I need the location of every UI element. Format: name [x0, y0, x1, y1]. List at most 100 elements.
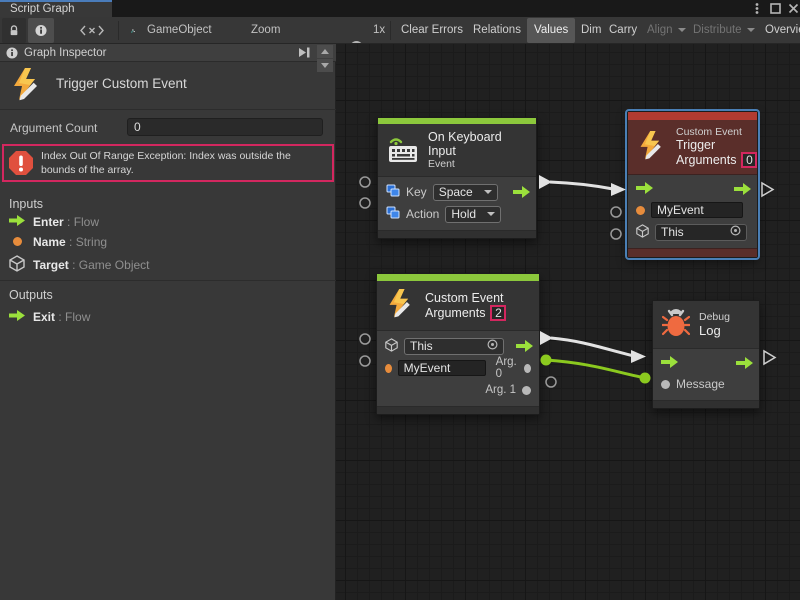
dock-panel-icon[interactable]	[297, 46, 311, 62]
chevron-down-icon	[487, 212, 495, 216]
key-port-label: Key	[406, 185, 427, 199]
arguments-count-badge: 2	[490, 305, 506, 321]
event-name-input[interactable]	[398, 360, 486, 376]
flow-port-row	[628, 179, 757, 199]
target-dropdown[interactable]: This	[404, 338, 504, 355]
error-color-bar	[628, 112, 757, 120]
window-menu-icon[interactable]	[750, 2, 764, 15]
string-port[interactable]	[636, 206, 645, 215]
input-row-target: Target : Game Object	[9, 255, 150, 275]
action-port-label: Action	[406, 207, 439, 221]
error-message-box: Index Out Of Range Exception: Index was …	[2, 144, 334, 182]
message-in-port[interactable]	[661, 380, 670, 389]
toolbar-separator	[118, 21, 119, 40]
key-dropdown[interactable]: Space	[433, 184, 498, 201]
string-port[interactable]	[385, 364, 392, 373]
flow-arrow-icon	[9, 215, 25, 229]
node-footer	[653, 400, 759, 408]
align-button[interactable]: Align	[640, 18, 693, 43]
object-picker-icon[interactable]	[487, 339, 498, 353]
flow-out-port[interactable]	[513, 186, 530, 201]
key-port-row: Key Space	[378, 181, 536, 203]
unity-visual-scripting-window: Script Graph GameObject Zoom 1x	[0, 0, 800, 600]
node-custom-event[interactable]: Custom Event Arguments 2 This Arg. 0	[376, 273, 540, 415]
tab-label: Script Graph	[10, 3, 75, 15]
arguments-line: Arguments 2	[425, 305, 506, 321]
node-body: This	[628, 175, 757, 248]
inspector-scroll-spinner	[317, 45, 333, 73]
arg1-out-port[interactable]	[522, 386, 531, 395]
keycode-literal-icon	[386, 184, 400, 200]
object-picker-icon[interactable]	[730, 225, 741, 239]
lock-icon[interactable]	[2, 18, 26, 43]
distribute-button[interactable]: Distribute	[686, 18, 762, 43]
flow-out-port[interactable]	[516, 340, 533, 355]
cube-icon	[9, 255, 25, 275]
custom-event-icon	[386, 287, 416, 324]
relations-button[interactable]: Relations	[466, 18, 528, 43]
chevron-down-icon	[678, 28, 686, 32]
overview-button[interactable]: Overview	[758, 18, 800, 43]
close-icon[interactable]	[786, 2, 800, 15]
arg1-label: Arg. 1	[485, 384, 516, 396]
node-footer	[377, 406, 539, 414]
flow-in-port[interactable]	[636, 182, 653, 197]
flow-arrow-icon	[9, 310, 25, 324]
error-message-text: Index Out Of Range Exception: Index was …	[41, 149, 328, 177]
clear-errors-button[interactable]: Clear Errors	[394, 18, 470, 43]
flow-out-port[interactable]	[736, 357, 753, 372]
graph-inspector-panel: Graph Inspector Trigger Custom Event Arg…	[0, 44, 336, 600]
graph-inspector-title: Graph Inspector	[24, 47, 106, 59]
info-toggle-icon[interactable]	[28, 18, 54, 43]
arg0-out-port[interactable]	[524, 364, 531, 373]
values-button[interactable]: Values	[527, 18, 575, 43]
event-name-row: Arg. 0	[377, 357, 539, 379]
event-name-input[interactable]	[651, 202, 743, 218]
inputs-section-title: Inputs	[9, 197, 43, 211]
divider	[0, 280, 336, 281]
carry-button[interactable]: Carry	[602, 18, 644, 43]
node-on-keyboard-input[interactable]: On Keyboard Input Event Key Space Action	[377, 117, 537, 239]
scroll-up-button[interactable]	[317, 45, 333, 58]
arg1-row: Arg. 1	[377, 379, 539, 401]
arguments-line: Arguments 0	[676, 152, 757, 168]
scroll-down-button[interactable]	[317, 59, 333, 72]
node-debug-log[interactable]: Debug Log Message	[652, 300, 760, 409]
output-row-exit: Exit : Flow	[9, 310, 90, 324]
flow-out-port[interactable]	[734, 183, 751, 198]
node-header: Custom Event Arguments 2	[377, 281, 539, 331]
input-row-enter: Enter : Flow	[9, 215, 99, 229]
node-body: This Arg. 0 Arg. 1	[377, 331, 539, 406]
event-color-bar	[377, 274, 539, 281]
gameobject-breadcrumb[interactable]: GameObject	[140, 18, 219, 43]
action-dropdown[interactable]: Hold	[445, 206, 501, 223]
info-icon	[6, 47, 18, 59]
tab-script-graph[interactable]: Script Graph	[0, 0, 112, 17]
triangle-up-icon	[321, 49, 329, 54]
target-row: This	[377, 335, 539, 357]
triangle-down-icon	[321, 63, 329, 68]
input-row-name: Name : String	[9, 235, 107, 249]
target-row: This	[628, 221, 757, 243]
maximize-icon[interactable]	[768, 2, 782, 15]
node-header: Debug Log	[653, 301, 759, 349]
toolbar-separator	[390, 21, 391, 40]
node-title: Trigger	[676, 138, 757, 152]
target-dropdown[interactable]: This	[655, 224, 747, 241]
flow-in-port[interactable]	[661, 356, 678, 371]
cube-icon[interactable]	[636, 224, 649, 241]
node-trigger-custom-event[interactable]: Custom Event Trigger Arguments 0 This	[627, 111, 758, 258]
code-preview-icon[interactable]	[70, 18, 114, 43]
node-subtitle: Event	[428, 158, 527, 170]
keyboard-icon	[387, 134, 419, 167]
message-label: Message	[676, 377, 725, 391]
error-octagon-icon	[8, 150, 34, 176]
outputs-section-title: Outputs	[9, 288, 53, 302]
bug-icon	[662, 308, 690, 341]
arg0-label: Arg. 0	[496, 356, 519, 380]
divider	[0, 109, 336, 110]
node-footer	[378, 230, 536, 238]
custom-event-icon	[637, 129, 667, 166]
cube-icon[interactable]	[385, 338, 398, 355]
argument-count-input[interactable]	[127, 118, 323, 136]
